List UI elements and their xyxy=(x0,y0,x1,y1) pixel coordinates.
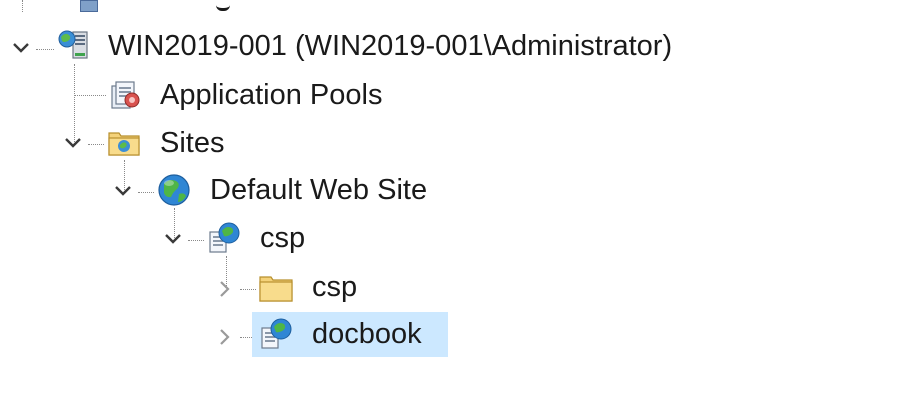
tree-connector-line xyxy=(240,289,256,290)
tree-item-application-pools[interactable]: Application Pools xyxy=(156,75,386,115)
chevron-down-icon[interactable] xyxy=(10,37,32,59)
web-application-icon xyxy=(258,316,294,352)
tree-item-label: WIN2019-001 (WIN2019-001\Administrator) xyxy=(108,29,673,62)
tree-item-sites[interactable]: Sites xyxy=(156,123,228,163)
web-application-icon xyxy=(206,220,242,256)
partial-node-icon xyxy=(80,0,98,12)
tree-item-docbook[interactable]: docbook xyxy=(308,314,426,354)
app-pools-icon xyxy=(106,76,142,112)
tree-connector-line xyxy=(74,95,106,96)
tree-connector-line xyxy=(22,0,23,12)
tree-item-csp-folder[interactable]: csp xyxy=(308,267,361,307)
tree-item-label: csp xyxy=(312,270,358,303)
chevron-right-icon[interactable] xyxy=(214,278,236,300)
tree-item-label: docbook xyxy=(312,317,422,350)
tree-connector-line xyxy=(88,144,104,145)
tree-item-server[interactable]: WIN2019-001 (WIN2019-001\Administrator) xyxy=(104,26,676,66)
connections-tree: WIN2019-001 (WIN2019-001\Administrator) … xyxy=(0,0,917,407)
tree-item-csp-application[interactable]: csp xyxy=(256,218,309,258)
tree-item-label: Application Pools xyxy=(160,78,383,111)
chevron-down-icon[interactable] xyxy=(112,180,134,202)
folder-icon xyxy=(258,270,294,306)
tree-connector-line xyxy=(138,192,154,193)
tree-item-default-web-site[interactable]: Default Web Site xyxy=(206,170,431,210)
globe-icon xyxy=(156,172,192,208)
chevron-right-icon[interactable] xyxy=(214,326,236,348)
chevron-down-icon[interactable] xyxy=(62,132,84,154)
tree-connector-line xyxy=(74,64,75,142)
server-icon xyxy=(56,26,92,62)
sites-folder-icon xyxy=(106,124,142,160)
tree-item-label: csp xyxy=(260,221,306,254)
partial-node-text xyxy=(216,0,230,11)
chevron-down-icon[interactable] xyxy=(162,228,184,250)
tree-connector-line xyxy=(36,49,54,50)
tree-connector-line xyxy=(240,337,252,338)
tree-connector-line xyxy=(188,240,204,241)
tree-item-label: Sites xyxy=(160,126,225,159)
tree-item-label: Default Web Site xyxy=(210,173,428,206)
